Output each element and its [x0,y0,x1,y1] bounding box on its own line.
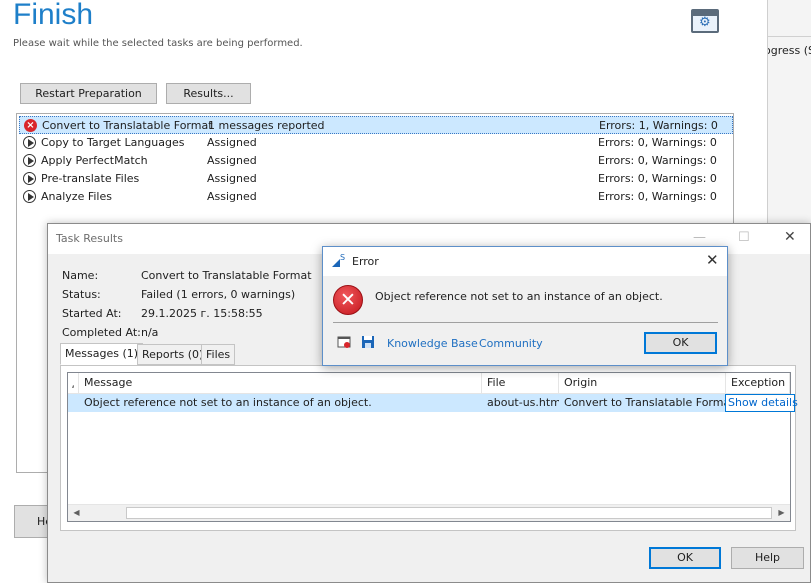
table-row[interactable]: Object reference not set to an instance … [68,394,798,412]
community-link[interactable]: Community [479,337,543,350]
column-header-exception[interactable]: Exception [726,373,790,394]
page-subtitle: Please wait while the selected tasks are… [13,38,303,49]
message-cell: Object reference not set to an instance … [84,396,372,409]
error-icon: ✕ [333,285,363,315]
page-title: Finish [13,0,94,31]
field-value: Failed (1 errors, 0 warnings) [141,288,296,301]
task-row-convert[interactable]: × Convert to Translatable Format 1 messa… [19,116,733,134]
tab-files[interactable]: Files [201,344,236,365]
minimize-icon[interactable]: — [693,230,706,245]
results-button[interactable]: Results... [166,83,251,104]
report-window-icon[interactable] [337,335,351,349]
settings-window-icon: ⚙ [691,9,719,33]
close-icon[interactable]: ✕ [784,229,796,245]
task-row-pretranslate[interactable]: Pre-translate Files Assigned Errors: 0, … [19,170,733,188]
field-label: Started At: [62,307,122,320]
show-details-button[interactable]: Show details [725,394,798,412]
knowledge-base-link[interactable]: Knowledge Base [387,337,478,350]
field-value: 29.1.2025 г. 15:58:55 [141,307,263,320]
ok-button[interactable]: OK [649,547,721,569]
messages-grid: ͵ Message File Origin Exception Object r… [67,372,798,522]
error-message: Object reference not set to an instance … [375,290,663,303]
field-label: Name: [62,269,99,282]
close-icon[interactable]: ✕ [706,251,719,269]
error-ok-button[interactable]: OK [644,332,717,354]
maximize-icon[interactable]: ☐ [738,230,750,245]
error-icon: × [24,119,37,132]
task-status: Assigned [207,154,257,167]
error-title: Error [352,255,379,268]
task-counts: Errors: 0, Warnings: 0 [598,190,717,203]
column-header-message[interactable]: Message [79,373,482,394]
field-value: n/a [141,326,159,339]
task-counts: Errors: 0, Warnings: 0 [598,154,717,167]
messages-panel: ͵ Message File Origin Exception Object r… [60,365,798,531]
play-icon [23,172,36,185]
task-status: Assigned [207,172,257,185]
task-status: Assigned [207,136,257,149]
file-cell: about-us.html [487,396,559,409]
task-counts: Errors: 0, Warnings: 0 [598,136,717,149]
tab-reports[interactable]: Reports (0) [137,344,209,365]
restart-preparation-button[interactable]: Restart Preparation [20,83,157,104]
field-value: Convert to Translatable Format [141,269,312,282]
play-icon [23,190,36,203]
divider [333,322,718,323]
row-header-column[interactable]: ͵ [68,373,79,394]
help-button[interactable]: Help [731,547,804,569]
field-label: Completed At: [62,326,141,339]
task-counts: Errors: 1, Warnings: 0 [599,119,718,132]
tab-messages[interactable]: Messages (1) [60,343,144,365]
svg-text:S: S [340,253,345,262]
task-row-analyze[interactable]: Analyze Files Assigned Errors: 0, Warnin… [19,188,733,206]
task-name: Pre-translate Files [41,172,140,185]
scroll-thumb[interactable] [126,507,772,519]
play-icon [23,136,36,149]
task-status: Assigned [207,190,257,203]
play-icon [23,154,36,167]
horizontal-scrollbar[interactable]: ◀ ▶ [68,504,790,521]
column-header-file[interactable]: File [482,373,559,394]
scroll-left-icon[interactable]: ◀ [68,505,85,521]
task-name: Apply PerfectMatch [41,154,148,167]
column-header-origin[interactable]: Origin [559,373,726,394]
scroll-right-icon[interactable]: ▶ [773,505,790,521]
origin-cell: Convert to Translatable Format [564,396,726,409]
task-row-copy[interactable]: Copy to Target Languages Assigned Errors… [19,134,733,152]
app-logo-icon: S [332,253,345,267]
task-row-perfectmatch[interactable]: Apply PerfectMatch Assigned Errors: 0, W… [19,152,733,170]
field-label: Status: [62,288,101,301]
task-name: Convert to Translatable Format [42,119,213,132]
task-name: Copy to Target Languages [41,136,185,149]
dialog-title: Task Results [56,232,123,245]
save-icon[interactable] [361,335,375,349]
task-counts: Errors: 0, Warnings: 0 [598,172,717,185]
background-progress-text: ogress (S [768,44,811,57]
task-name: Analyze Files [41,190,112,203]
task-status: 1 messages reported [208,119,325,132]
error-dialog: S Error ✕ ✕ Object reference not set to … [322,246,728,366]
error-titlebar: S Error ✕ [323,247,727,276]
